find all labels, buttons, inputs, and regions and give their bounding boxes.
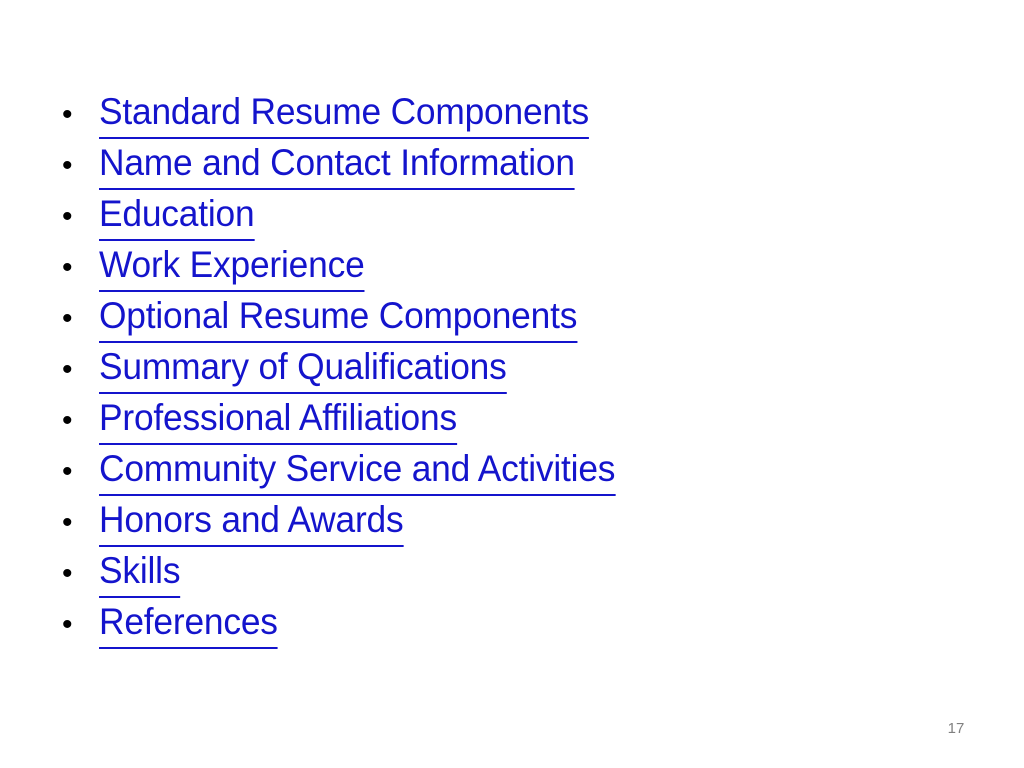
- link-optional-resume-components[interactable]: Optional Resume Components: [99, 290, 577, 343]
- bullet-dot-icon: •: [62, 302, 73, 335]
- bullet-dot-icon: •: [62, 251, 73, 284]
- bullet-dot-icon: •: [62, 98, 73, 131]
- slide-canvas: • Standard Resume Components • Name and …: [0, 0, 1024, 768]
- link-references[interactable]: References: [99, 596, 278, 649]
- list-item: • Standard Resume Components: [58, 86, 958, 139]
- link-education[interactable]: Education: [99, 188, 255, 241]
- bullet-dot-icon: •: [62, 353, 73, 386]
- list-item: • Honors and Awards: [58, 494, 958, 547]
- bullet-dot-icon: •: [62, 200, 73, 233]
- link-standard-resume-components[interactable]: Standard Resume Components: [99, 86, 589, 139]
- list-item: • Professional Affiliations: [58, 392, 958, 445]
- link-name-and-contact-information[interactable]: Name and Contact Information: [99, 137, 575, 190]
- bullet-dot-icon: •: [62, 557, 73, 590]
- link-work-experience[interactable]: Work Experience: [99, 239, 365, 292]
- bullet-dot-icon: •: [62, 149, 73, 182]
- list-item: • References: [58, 596, 958, 649]
- list-item: • Work Experience: [58, 239, 958, 292]
- list-item: • Name and Contact Information: [58, 137, 958, 190]
- bullet-dot-icon: •: [62, 506, 73, 539]
- link-summary-of-qualifications[interactable]: Summary of Qualifications: [99, 341, 507, 394]
- bullet-dot-icon: •: [62, 455, 73, 488]
- link-professional-affiliations[interactable]: Professional Affiliations: [99, 392, 457, 445]
- bullet-dot-icon: •: [62, 608, 73, 641]
- link-skills[interactable]: Skills: [99, 545, 181, 598]
- resume-components-link-list: • Standard Resume Components • Name and …: [58, 86, 958, 649]
- list-item: • Optional Resume Components: [58, 290, 958, 343]
- bullet-dot-icon: •: [62, 404, 73, 437]
- list-item: • Summary of Qualifications: [58, 341, 958, 394]
- list-item: • Education: [58, 188, 958, 241]
- link-community-service-and-activities[interactable]: Community Service and Activities: [99, 443, 615, 496]
- list-item: • Skills: [58, 545, 958, 598]
- link-honors-and-awards[interactable]: Honors and Awards: [99, 494, 404, 547]
- list-item: • Community Service and Activities: [58, 443, 958, 496]
- page-number: 17: [947, 720, 965, 737]
